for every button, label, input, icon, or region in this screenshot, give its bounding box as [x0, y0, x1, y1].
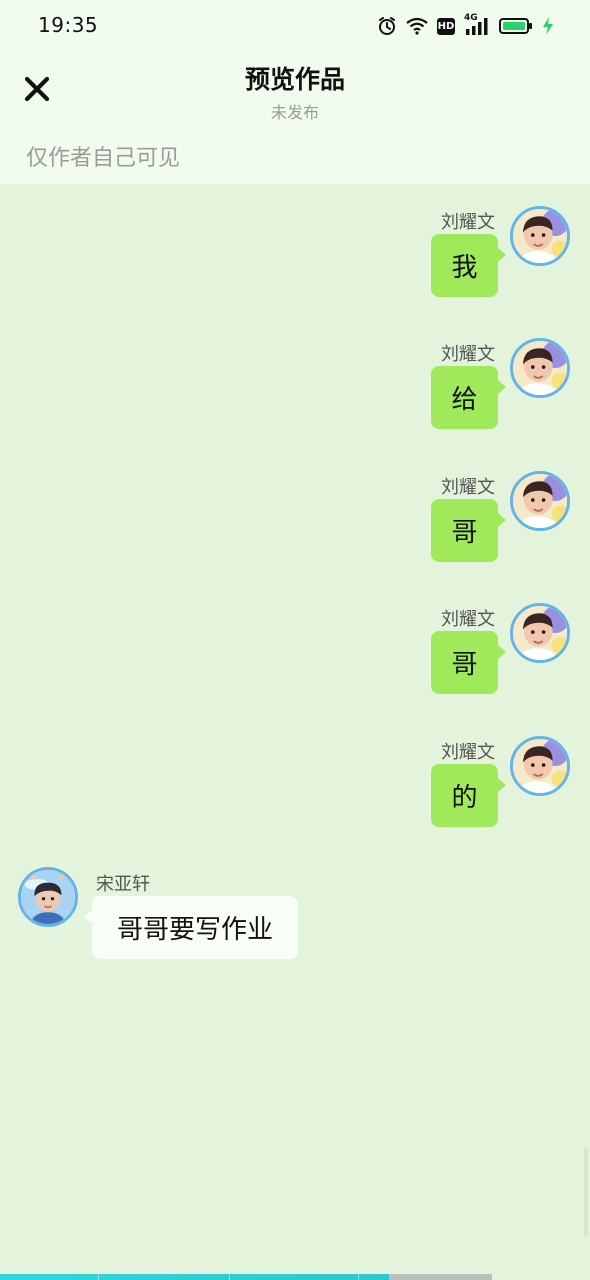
message-bubble[interactable]: 哥	[431, 631, 506, 694]
avatar[interactable]	[510, 736, 570, 796]
message-bubble[interactable]: 的	[431, 764, 506, 827]
sender-name: 宋亚轩	[96, 874, 150, 895]
chat-message: 刘耀文 的	[0, 734, 590, 834]
progress-segment-divider	[98, 1274, 99, 1280]
battery-icon	[499, 17, 533, 35]
chat-message: 刘耀文 给	[0, 336, 590, 436]
avatar[interactable]	[510, 338, 570, 398]
avatar-liu-icon	[513, 739, 567, 793]
sender-name: 刘耀文	[441, 212, 495, 233]
avatar-liu-icon	[513, 474, 567, 528]
hd-icon: HD	[437, 17, 455, 35]
sender-name: 刘耀文	[441, 609, 495, 630]
chat-message: 刘耀文 我	[0, 204, 590, 304]
message-bubble[interactable]: 哥哥要写作业	[84, 896, 298, 959]
avatar[interactable]	[510, 206, 570, 266]
publish-status: 未发布	[270, 103, 319, 122]
sender-name: 刘耀文	[441, 742, 495, 763]
progress-fill	[0, 1274, 389, 1280]
sender-name: 刘耀文	[441, 344, 495, 365]
avatar[interactable]	[510, 603, 570, 663]
status-icons: HD 4G	[377, 13, 554, 38]
avatar-song-icon	[21, 870, 75, 924]
status-bar: 19:35 HD 4G	[0, 0, 590, 52]
avatar-liu-icon	[513, 209, 567, 263]
playback-progress-bar[interactable]	[0, 1274, 492, 1280]
progress-segment-divider	[229, 1274, 230, 1280]
message-bubble[interactable]: 我	[431, 234, 506, 297]
wifi-icon	[406, 17, 428, 35]
page-title: 预览作品	[244, 65, 345, 94]
message-bubble[interactable]: 给	[431, 366, 506, 429]
chat-message: 刘耀文 哥	[0, 601, 590, 701]
alarm-icon	[377, 16, 397, 36]
avatar[interactable]	[18, 867, 78, 927]
chat-message: 刘耀文 哥	[0, 469, 590, 569]
status-time: 19:35	[38, 13, 99, 37]
progress-segment-divider	[358, 1274, 359, 1280]
avatar-liu-icon	[513, 606, 567, 660]
charging-icon	[542, 16, 554, 36]
avatar[interactable]	[510, 471, 570, 531]
chat-message: 宋亚轩 哥哥要写作业	[0, 866, 590, 966]
signal-4g-icon: 4G	[464, 13, 490, 36]
scrollbar[interactable]	[584, 1148, 588, 1236]
sender-name: 刘耀文	[441, 477, 495, 498]
avatar-liu-icon	[513, 341, 567, 395]
visibility-note: 仅作者自己可见	[26, 146, 181, 171]
message-bubble[interactable]: 哥	[431, 499, 506, 562]
